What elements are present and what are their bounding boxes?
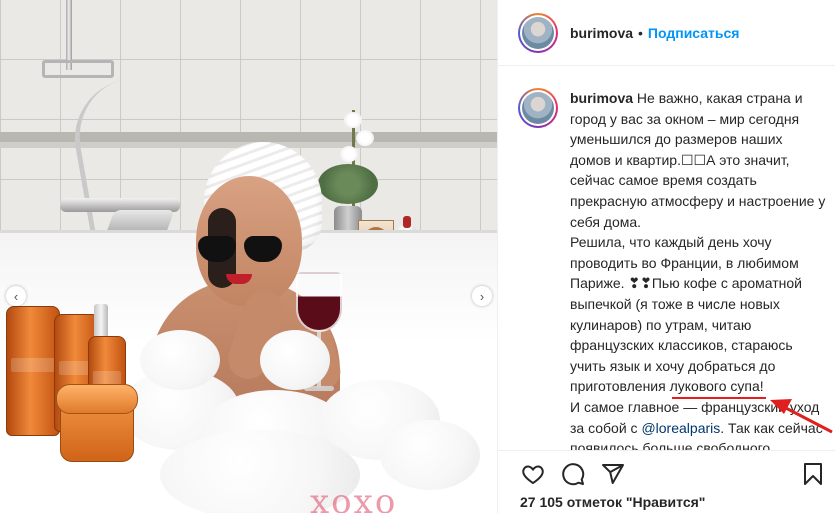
share-icon[interactable]	[600, 461, 626, 487]
comment-icon[interactable]	[560, 461, 586, 487]
share-icon-svg	[602, 464, 624, 484]
sunglasses	[198, 236, 288, 266]
carousel-next-button[interactable]: ›	[472, 286, 492, 306]
orchid-flower	[344, 112, 362, 128]
foam	[140, 330, 220, 390]
product-label	[11, 358, 55, 373]
foam	[380, 420, 480, 490]
bookmark-icon[interactable]	[800, 461, 826, 487]
elseve-jar-lid	[56, 384, 138, 414]
orchid-flower	[340, 146, 358, 162]
elseve-bottle	[6, 306, 60, 436]
avatar-image	[522, 16, 554, 49]
caption-comment: burimova Не важно, какая страна и город …	[518, 88, 826, 450]
post-header: burimova • Подписаться	[498, 0, 835, 66]
elseve-pump-cap	[94, 304, 108, 338]
avatar-inner	[520, 90, 556, 126]
post-photo[interactable]: xoxo ‹ ›	[0, 0, 497, 513]
wine-glass	[296, 272, 342, 332]
post-sidebar: burimova • Подписаться burimova Не важно…	[497, 0, 835, 513]
sunglasses-lens-right	[244, 236, 282, 262]
avatar[interactable]	[518, 12, 558, 53]
comment-icon-svg	[562, 463, 585, 486]
orchid-flower	[356, 130, 374, 146]
annotation-underline	[672, 397, 766, 399]
comments-area[interactable]: burimova Не важно, какая страна и город …	[498, 88, 835, 450]
carousel-prev-button[interactable]: ‹	[6, 286, 26, 306]
plant	[318, 164, 378, 204]
caption-part-2: Решила, что каждый день хочу проводить в…	[570, 234, 802, 395]
caption-part-1: Не важно, какая страна и город у вас за …	[570, 90, 826, 230]
caption-username[interactable]: burimova	[570, 90, 633, 106]
header-username[interactable]: burimova	[570, 25, 633, 41]
bookmark-icon-svg	[804, 463, 822, 485]
heart-icon-svg	[522, 465, 544, 485]
mention-link[interactable]: @lorealparis	[641, 420, 720, 436]
avatar-image	[522, 92, 554, 124]
avatar-inner	[520, 14, 556, 51]
heart-icon[interactable]	[520, 461, 546, 487]
separator-dot: •	[638, 24, 643, 41]
sunglasses-lens-left	[198, 236, 236, 262]
foam	[260, 330, 330, 390]
caption-avatar[interactable]	[518, 88, 558, 128]
caption-text: burimova Не важно, какая страна и город …	[570, 88, 826, 450]
xoxo-watermark: xoxo	[310, 482, 398, 513]
follow-button[interactable]: Подписаться	[648, 25, 740, 41]
shower-holder	[42, 60, 114, 78]
likes-count[interactable]: 27 105 отметок "Нравится"	[520, 494, 705, 510]
